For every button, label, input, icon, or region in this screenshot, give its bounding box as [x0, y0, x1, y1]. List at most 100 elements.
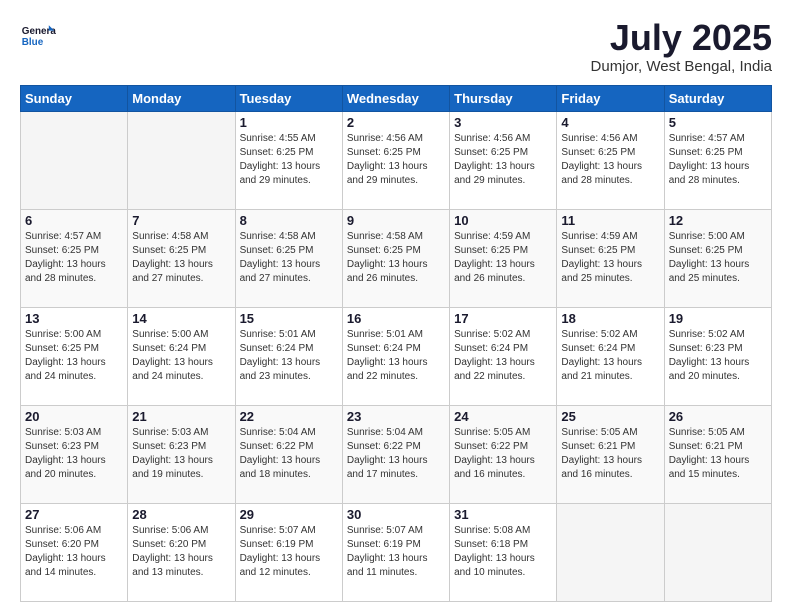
- cell-sunrise: Sunrise: 4:56 AM: [347, 133, 423, 144]
- cell-sunrise: Sunrise: 4:57 AM: [25, 231, 101, 242]
- cell-sunset: Sunset: 6:23 PM: [132, 441, 206, 452]
- calendar-week-row: 27 Sunrise: 5:06 AM Sunset: 6:20 PM Dayl…: [21, 503, 772, 601]
- table-row: 24 Sunrise: 5:05 AM Sunset: 6:22 PM Dayl…: [450, 405, 557, 503]
- day-number: 20: [25, 409, 123, 424]
- col-sunday: Sunday: [21, 85, 128, 111]
- cell-sunset: Sunset: 6:25 PM: [454, 147, 528, 158]
- day-number: 9: [347, 213, 445, 228]
- table-row: 20 Sunrise: 5:03 AM Sunset: 6:23 PM Dayl…: [21, 405, 128, 503]
- cell-daylight: Daylight: 13 hours and 28 minutes.: [25, 259, 106, 284]
- cell-sunrise: Sunrise: 5:01 AM: [347, 329, 423, 340]
- cell-sunrise: Sunrise: 4:55 AM: [240, 133, 316, 144]
- cell-daylight: Daylight: 13 hours and 17 minutes.: [347, 455, 428, 480]
- day-number: 1: [240, 115, 338, 130]
- cell-sunrise: Sunrise: 4:58 AM: [347, 231, 423, 242]
- table-row: 8 Sunrise: 4:58 AM Sunset: 6:25 PM Dayli…: [235, 209, 342, 307]
- cell-sunrise: Sunrise: 5:05 AM: [669, 427, 745, 438]
- table-row: 22 Sunrise: 5:04 AM Sunset: 6:22 PM Dayl…: [235, 405, 342, 503]
- table-row: 2 Sunrise: 4:56 AM Sunset: 6:25 PM Dayli…: [342, 111, 449, 209]
- day-number: 24: [454, 409, 552, 424]
- cell-sunrise: Sunrise: 5:03 AM: [132, 427, 208, 438]
- cell-sunset: Sunset: 6:25 PM: [669, 245, 743, 256]
- cell-daylight: Daylight: 13 hours and 27 minutes.: [132, 259, 213, 284]
- day-number: 14: [132, 311, 230, 326]
- cell-sunrise: Sunrise: 4:56 AM: [454, 133, 530, 144]
- col-tuesday: Tuesday: [235, 85, 342, 111]
- cell-daylight: Daylight: 13 hours and 21 minutes.: [561, 357, 642, 382]
- day-number: 31: [454, 507, 552, 522]
- cell-sunset: Sunset: 6:23 PM: [25, 441, 99, 452]
- cell-sunset: Sunset: 6:25 PM: [240, 245, 314, 256]
- cell-sunrise: Sunrise: 5:06 AM: [132, 525, 208, 536]
- cell-sunset: Sunset: 6:25 PM: [347, 147, 421, 158]
- table-row: 31 Sunrise: 5:08 AM Sunset: 6:18 PM Dayl…: [450, 503, 557, 601]
- cell-daylight: Daylight: 13 hours and 13 minutes.: [132, 553, 213, 578]
- cell-sunrise: Sunrise: 5:00 AM: [669, 231, 745, 242]
- cell-sunrise: Sunrise: 5:08 AM: [454, 525, 530, 536]
- cell-daylight: Daylight: 13 hours and 28 minutes.: [561, 161, 642, 186]
- cell-sunrise: Sunrise: 4:57 AM: [669, 133, 745, 144]
- cell-sunrise: Sunrise: 5:04 AM: [240, 427, 316, 438]
- table-row: 13 Sunrise: 5:00 AM Sunset: 6:25 PM Dayl…: [21, 307, 128, 405]
- cell-sunset: Sunset: 6:22 PM: [454, 441, 528, 452]
- day-number: 15: [240, 311, 338, 326]
- cell-sunrise: Sunrise: 5:02 AM: [669, 329, 745, 340]
- day-number: 12: [669, 213, 767, 228]
- day-number: 26: [669, 409, 767, 424]
- table-row: 18 Sunrise: 5:02 AM Sunset: 6:24 PM Dayl…: [557, 307, 664, 405]
- day-number: 13: [25, 311, 123, 326]
- table-row: 10 Sunrise: 4:59 AM Sunset: 6:25 PM Dayl…: [450, 209, 557, 307]
- table-row: 28 Sunrise: 5:06 AM Sunset: 6:20 PM Dayl…: [128, 503, 235, 601]
- cell-sunrise: Sunrise: 5:06 AM: [25, 525, 101, 536]
- svg-text:Blue: Blue: [22, 37, 44, 48]
- table-row: 16 Sunrise: 5:01 AM Sunset: 6:24 PM Dayl…: [342, 307, 449, 405]
- main-title: July 2025: [591, 18, 772, 58]
- cell-daylight: Daylight: 13 hours and 19 minutes.: [132, 455, 213, 480]
- table-row: 12 Sunrise: 5:00 AM Sunset: 6:25 PM Dayl…: [664, 209, 771, 307]
- cell-sunrise: Sunrise: 5:00 AM: [132, 329, 208, 340]
- cell-sunrise: Sunrise: 4:59 AM: [454, 231, 530, 242]
- day-number: 6: [25, 213, 123, 228]
- table-row: 26 Sunrise: 5:05 AM Sunset: 6:21 PM Dayl…: [664, 405, 771, 503]
- cell-sunrise: Sunrise: 4:59 AM: [561, 231, 637, 242]
- cell-daylight: Daylight: 13 hours and 25 minutes.: [561, 259, 642, 284]
- day-number: 10: [454, 213, 552, 228]
- cell-sunset: Sunset: 6:19 PM: [240, 539, 314, 550]
- day-number: 22: [240, 409, 338, 424]
- table-row: 1 Sunrise: 4:55 AM Sunset: 6:25 PM Dayli…: [235, 111, 342, 209]
- cell-daylight: Daylight: 13 hours and 26 minutes.: [347, 259, 428, 284]
- cell-sunrise: Sunrise: 5:05 AM: [454, 427, 530, 438]
- day-number: 29: [240, 507, 338, 522]
- cell-sunrise: Sunrise: 5:02 AM: [454, 329, 530, 340]
- cell-daylight: Daylight: 13 hours and 28 minutes.: [669, 161, 750, 186]
- cell-daylight: Daylight: 13 hours and 18 minutes.: [240, 455, 321, 480]
- col-monday: Monday: [128, 85, 235, 111]
- table-row: 21 Sunrise: 5:03 AM Sunset: 6:23 PM Dayl…: [128, 405, 235, 503]
- day-number: 28: [132, 507, 230, 522]
- table-row: 29 Sunrise: 5:07 AM Sunset: 6:19 PM Dayl…: [235, 503, 342, 601]
- page: General Blue July 2025 Dumjor, West Beng…: [0, 0, 792, 612]
- cell-daylight: Daylight: 13 hours and 20 minutes.: [669, 357, 750, 382]
- day-number: 17: [454, 311, 552, 326]
- header: General Blue July 2025 Dumjor, West Beng…: [20, 18, 772, 75]
- cell-daylight: Daylight: 13 hours and 29 minutes.: [240, 161, 321, 186]
- col-wednesday: Wednesday: [342, 85, 449, 111]
- calendar-header-row: Sunday Monday Tuesday Wednesday Thursday…: [21, 85, 772, 111]
- day-number: 30: [347, 507, 445, 522]
- cell-daylight: Daylight: 13 hours and 20 minutes.: [25, 455, 106, 480]
- cell-sunset: Sunset: 6:25 PM: [240, 147, 314, 158]
- table-row: 14 Sunrise: 5:00 AM Sunset: 6:24 PM Dayl…: [128, 307, 235, 405]
- table-row: [128, 111, 235, 209]
- col-thursday: Thursday: [450, 85, 557, 111]
- cell-sunrise: Sunrise: 5:07 AM: [240, 525, 316, 536]
- subtitle: Dumjor, West Bengal, India: [591, 58, 772, 75]
- day-number: 8: [240, 213, 338, 228]
- cell-sunrise: Sunrise: 4:56 AM: [561, 133, 637, 144]
- cell-daylight: Daylight: 13 hours and 27 minutes.: [240, 259, 321, 284]
- cell-sunset: Sunset: 6:22 PM: [240, 441, 314, 452]
- table-row: 15 Sunrise: 5:01 AM Sunset: 6:24 PM Dayl…: [235, 307, 342, 405]
- cell-daylight: Daylight: 13 hours and 12 minutes.: [240, 553, 321, 578]
- cell-daylight: Daylight: 13 hours and 11 minutes.: [347, 553, 428, 578]
- cell-daylight: Daylight: 13 hours and 23 minutes.: [240, 357, 321, 382]
- cell-sunrise: Sunrise: 5:00 AM: [25, 329, 101, 340]
